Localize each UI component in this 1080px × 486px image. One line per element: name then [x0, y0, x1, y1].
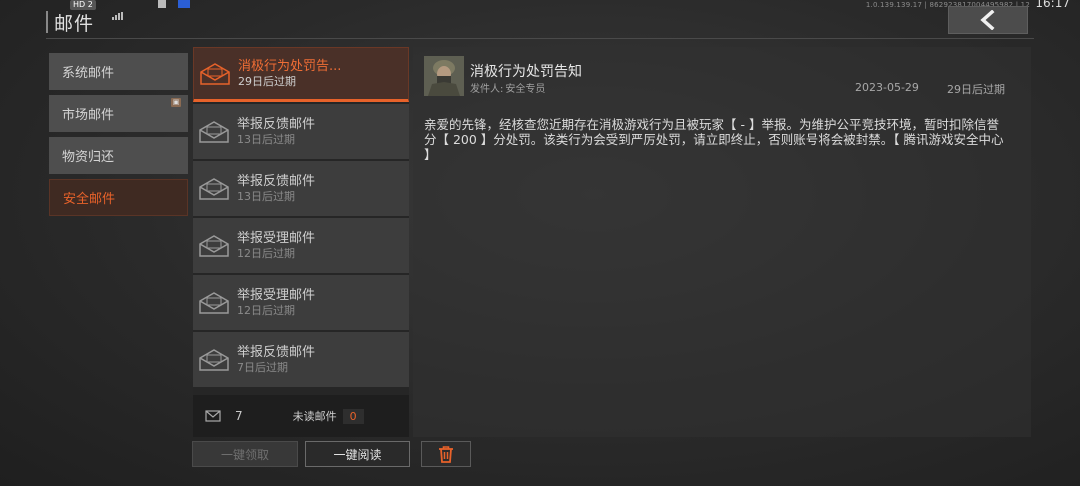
- mail-list: 消极行为处罚告... 29日后过期 举报反馈邮件 13日后过期 举报反馈邮件 1…: [193, 47, 409, 437]
- app-indicator-icon: [178, 0, 190, 8]
- total-mail-count: 7: [235, 409, 243, 423]
- unread-count-badge: 0: [342, 408, 364, 424]
- mail-list-item[interactable]: 举报受理邮件 12日后过期: [193, 275, 409, 330]
- mail-expiry: 7日后过期: [237, 360, 288, 374]
- signal-icon: [112, 1, 126, 20]
- sidebar-item-label: 市场邮件: [62, 108, 115, 123]
- mail-detail-title: 消极行为处罚告知: [470, 64, 582, 80]
- sidebar-item-supply-return[interactable]: 物资归还: [49, 137, 188, 174]
- gift-icon: ▣: [171, 98, 181, 107]
- sender-label: 发件人:: [470, 84, 504, 95]
- delete-button[interactable]: [421, 441, 471, 467]
- chevron-left-icon: [980, 10, 995, 30]
- sender-name: 安全专员: [505, 84, 546, 95]
- claim-all-button[interactable]: 一键领取: [192, 441, 298, 467]
- mail-subject: 举报受理邮件: [237, 230, 316, 246]
- mail-category-sidebar: 系统邮件 市场邮件 ▣ 物资归还 安全邮件: [49, 53, 188, 221]
- envelope-open-icon: [199, 120, 229, 143]
- notification-icon: [158, 0, 166, 8]
- page-header: 邮件: [46, 8, 94, 36]
- mail-list-item[interactable]: 举报受理邮件 12日后过期: [193, 218, 409, 273]
- clock: 16:17: [1035, 0, 1070, 10]
- mail-subject: 举报反馈邮件: [237, 116, 316, 132]
- title-accent-bar: [46, 11, 48, 33]
- mail-subject: 举报受理邮件: [237, 287, 316, 303]
- claim-all-label: 一键领取: [220, 447, 269, 462]
- envelope-open-icon: [199, 291, 229, 314]
- mail-expiry: 13日后过期: [237, 132, 295, 146]
- mail-expiry: 12日后过期: [237, 303, 295, 317]
- sender-avatar: [424, 56, 464, 96]
- mail-date: 2023-05-29: [855, 81, 919, 94]
- read-all-button[interactable]: 一键阅读: [305, 441, 410, 467]
- sender-row: 发件人: 安全专员: [470, 80, 545, 95]
- mail-list-item[interactable]: 消极行为处罚告... 29日后过期: [193, 47, 409, 102]
- soldier-portrait-icon: [424, 56, 464, 96]
- envelope-icon: [205, 410, 221, 422]
- mail-detail-expiry: 29日后过期: [947, 83, 1005, 96]
- envelope-open-icon: [200, 62, 230, 85]
- page-title: 邮件: [54, 12, 95, 35]
- envelope-open-icon: [199, 234, 229, 257]
- mail-body: 亲爱的先锋，经核查您近期存在消极游戏行为且被玩家【 - 】举报。为维护公平竞技环…: [424, 117, 1004, 162]
- envelope-open-icon: [199, 177, 229, 200]
- sidebar-item-label: 物资归还: [62, 150, 115, 165]
- back-button[interactable]: [948, 6, 1028, 34]
- header-divider: [46, 38, 1034, 39]
- status-bar: HD 2 1.0.139.139.17 | 862923817004495982…: [0, 0, 1080, 20]
- trash-icon: [439, 446, 453, 463]
- mail-list-item[interactable]: 举报反馈邮件 7日后过期: [193, 332, 409, 387]
- mail-expiry: 29日后过期: [238, 74, 296, 88]
- unread-label: 未读邮件: [292, 410, 337, 423]
- mail-list-item[interactable]: 举报反馈邮件 13日后过期: [193, 104, 409, 159]
- mail-expiry: 13日后过期: [237, 189, 295, 203]
- sidebar-item-label: 安全邮件: [63, 192, 116, 207]
- mail-subject: 消极行为处罚告...: [238, 58, 342, 74]
- mail-expiry: 12日后过期: [237, 246, 295, 260]
- mail-list-footer: 7 未读邮件 0: [193, 395, 409, 437]
- mail-list-item[interactable]: 举报反馈邮件 13日后过期: [193, 161, 409, 216]
- mail-subject: 举报反馈邮件: [237, 344, 316, 360]
- sidebar-item-security-mail[interactable]: 安全邮件: [49, 179, 188, 216]
- envelope-open-icon: [199, 348, 229, 371]
- read-all-label: 一键阅读: [333, 447, 382, 462]
- mail-detail-panel: 消极行为处罚告知 发件人: 安全专员 2023-05-29 29日后过期 亲爱的先…: [413, 47, 1031, 437]
- sidebar-item-label: 系统邮件: [62, 66, 115, 81]
- mail-subject: 举报反馈邮件: [237, 173, 316, 189]
- sidebar-item-market-mail[interactable]: 市场邮件 ▣: [49, 95, 188, 132]
- sidebar-item-system-mail[interactable]: 系统邮件: [49, 53, 188, 90]
